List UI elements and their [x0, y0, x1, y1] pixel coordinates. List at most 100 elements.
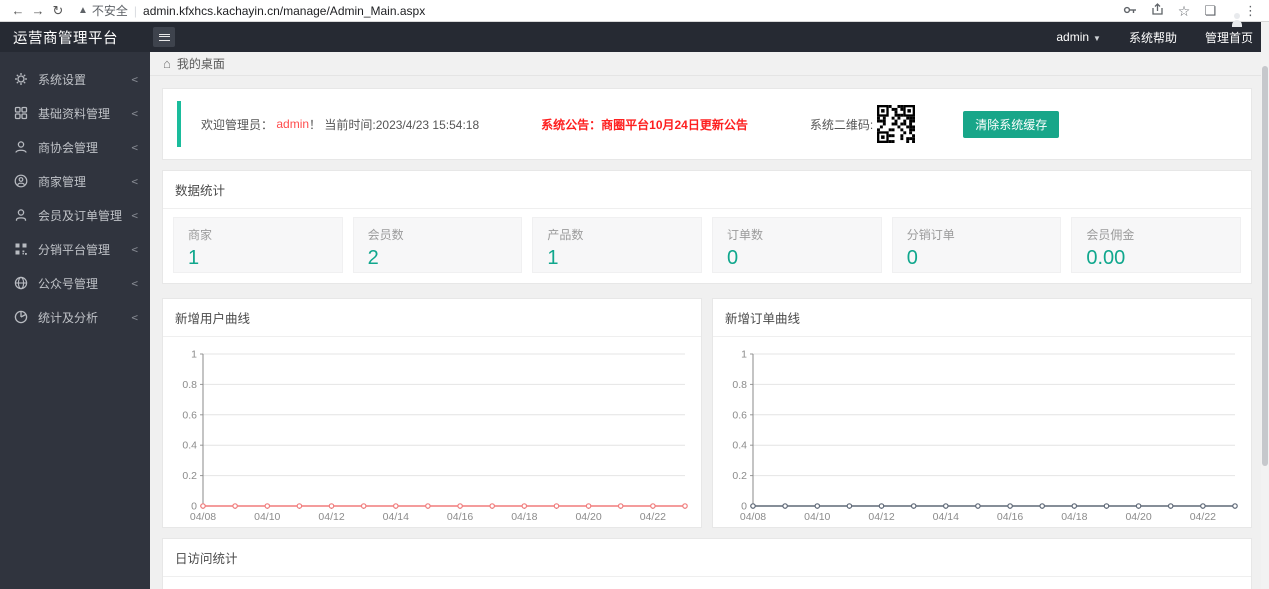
stat-label: 订单数: [727, 228, 764, 242]
breadcrumb-current[interactable]: 我的桌面: [177, 55, 225, 72]
new-users-line-chart[interactable]: 00.20.40.60.8104/08 04/10 04/12 04/14 04/16 0…: [163, 342, 701, 532]
stat-card-3: 订单数 0: [712, 217, 882, 273]
globe-icon: [14, 276, 28, 290]
sidebar-item-label: 公众号管理: [38, 276, 99, 291]
share-icon[interactable]: [1151, 3, 1164, 18]
sidebar-item-7[interactable]: 统计及分析 <: [0, 300, 150, 334]
stat-value: 1: [188, 247, 200, 269]
stat-value: 0.00: [1086, 247, 1126, 269]
svg-text:04/10: 04/10: [254, 511, 280, 523]
stat-value: 0: [906, 247, 918, 269]
chart-title: 新增用户曲线: [163, 299, 701, 337]
home-icon: ⌂: [163, 56, 171, 71]
page-scrollbar[interactable]: [1261, 22, 1269, 589]
svg-text:04/08: 04/08: [740, 511, 766, 523]
sidebar-toggle-button[interactable]: [153, 27, 175, 47]
svg-text:0.4: 0.4: [732, 440, 747, 452]
svg-text:0.8: 0.8: [182, 379, 197, 391]
svg-text:0.2: 0.2: [732, 470, 747, 482]
sidebar-item-1[interactable]: 基础资料管理 <: [0, 96, 150, 130]
svg-text:04/14: 04/14: [933, 511, 959, 523]
chevron-collapse-icon: <: [131, 276, 138, 290]
sidebar-item-4[interactable]: 会员及订单管理 <: [0, 198, 150, 232]
clear-cache-button[interactable]: 清除系统缓存: [963, 110, 1060, 138]
daily-visits-line-chart[interactable]: 010203040506004/0804/1004/1204/1404/1604…: [163, 582, 1251, 589]
main-content: ⌂ 我的桌面 欢迎管理员： admin！ 当前时间:2023/4/23 15:5…: [150, 52, 1269, 589]
scrollbar-thumb[interactable]: [1262, 66, 1268, 466]
stat-label: 产品数: [547, 228, 584, 242]
welcome-greeting: 欢迎管理员： admin！ 当前时间:2023/4/23 15:54:18: [201, 117, 480, 132]
svg-text:04/18: 04/18: [1061, 511, 1087, 523]
sidebar-item-3[interactable]: 商家管理 <: [0, 164, 150, 198]
svg-text:1: 1: [191, 349, 197, 361]
security-label[interactable]: 不安全: [92, 2, 128, 19]
stat-card-0: 商家 1: [173, 217, 343, 273]
chart-title: 日访问统计: [163, 539, 1251, 577]
browser-reload-icon[interactable]: ↻: [48, 3, 68, 19]
sidebar-item-label: 分销平台管理: [38, 242, 111, 257]
stats-panel: 数据统计 商家 1 会员数 2 产品数 1 订单数 0 分销订单 0 会员佣金 0.00: [162, 170, 1252, 284]
insecure-warning-icon[interactable]: ▲: [78, 5, 88, 16]
password-key-icon[interactable]: [1123, 4, 1137, 18]
sidebar-item-label: 会员及订单管理: [38, 208, 123, 223]
browser-menu-icon[interactable]: ⋮: [1244, 4, 1257, 17]
new-orders-chart-panel: 新增订单曲线 0 0.2 0.4 0.6 0.8 1 04/08 04/10 04/12 04/1…: [712, 298, 1252, 528]
chevron-collapse-icon: <: [131, 140, 138, 154]
stat-label: 商家: [188, 228, 213, 242]
chevron-collapse-icon: <: [131, 310, 138, 324]
svg-text:04/12: 04/12: [868, 511, 894, 523]
qrcode-label: 系统二维码:: [809, 117, 874, 132]
browser-chrome: ← → ↻ ▲ 不安全 | admin.kfxhcs.kachayin.cn/m…: [0, 0, 1269, 22]
breadcrumb: ⌂ 我的桌面: [150, 52, 1269, 76]
admin-home-link[interactable]: 管理首页: [1205, 29, 1253, 46]
stat-card-2: 产品数 1: [532, 217, 703, 273]
chart-title: 新增订单曲线: [713, 299, 1251, 337]
chevron-collapse-icon: <: [131, 208, 138, 222]
bookmark-star-icon[interactable]: ☆: [1178, 4, 1191, 18]
grid-icon: [14, 106, 28, 120]
user-icon: [15, 141, 27, 153]
svg-text:04/10: 04/10: [804, 511, 830, 523]
user-dropdown[interactable]: admin ▼: [1056, 30, 1101, 44]
stat-value: 0: [727, 247, 739, 269]
stats-title: 数据统计: [163, 171, 1251, 209]
stat-value: 1: [547, 247, 559, 269]
user-circle-icon: [14, 174, 28, 188]
accent-bar: [177, 101, 181, 147]
svg-text:04/16: 04/16: [447, 511, 473, 523]
help-link[interactable]: 系统帮助: [1129, 29, 1177, 46]
brand-title: 运营商管理平台: [13, 30, 118, 47]
system-notice[interactable]: 系统公告：商圈平台10月24日更新公告: [541, 116, 748, 133]
svg-text:04/20: 04/20: [1125, 511, 1151, 523]
svg-text:04/18: 04/18: [511, 511, 537, 523]
system-qrcode-image: [877, 105, 916, 143]
tab-group-icon[interactable]: ❏: [1204, 4, 1216, 17]
sidebar-item-2[interactable]: 商协会管理 <: [0, 130, 150, 164]
sidebar-item-label: 统计及分析: [38, 310, 99, 325]
browser-back-icon[interactable]: ←: [8, 3, 28, 18]
url-text[interactable]: admin.kfxhcs.kachayin.cn/manage/Admin_Ma…: [143, 4, 425, 18]
sidebar-item-label: 商协会管理: [38, 140, 99, 155]
new-orders-line-chart[interactable]: 00.20.40.60.8104/08 04/10 04/12 04/14 04/16 0…: [713, 342, 1251, 532]
chevron-down-icon: ▼: [1093, 34, 1101, 43]
svg-text:0.2: 0.2: [182, 470, 197, 482]
sidebar-nav: 系统设置 < 基础资料管理 < 商协会管理 < 商家管理 < 会员及订单管理 < 分销平台管理 < 公众…: [0, 52, 150, 589]
address-bar[interactable]: ▲ 不安全 | admin.kfxhcs.kachayin.cn/manage/…: [78, 2, 1123, 19]
stat-card-5: 会员佣金 0.00: [1071, 217, 1242, 273]
svg-text:04/12: 04/12: [318, 511, 344, 523]
sidebar-item-label: 基础资料管理: [38, 106, 111, 121]
sidebar-item-6[interactable]: 公众号管理 <: [0, 266, 150, 300]
svg-text:0.6: 0.6: [732, 409, 747, 421]
browser-forward-icon[interactable]: →: [28, 3, 48, 18]
svg-text:04/08: 04/08: [190, 511, 216, 523]
stat-label: 分销订单: [906, 228, 955, 242]
sidebar-item-5[interactable]: 分销平台管理 <: [0, 232, 150, 266]
stat-card-1: 会员数 2: [352, 217, 523, 273]
sidebar-item-0[interactable]: 系统设置 <: [0, 62, 150, 96]
qrcode-icon: [15, 243, 27, 255]
chevron-collapse-icon: <: [131, 242, 138, 256]
svg-text:0.8: 0.8: [732, 379, 747, 391]
svg-text:04/14: 04/14: [383, 511, 409, 523]
stat-card-4: 分销订单 0: [891, 217, 1062, 273]
svg-text:04/22: 04/22: [640, 511, 666, 523]
